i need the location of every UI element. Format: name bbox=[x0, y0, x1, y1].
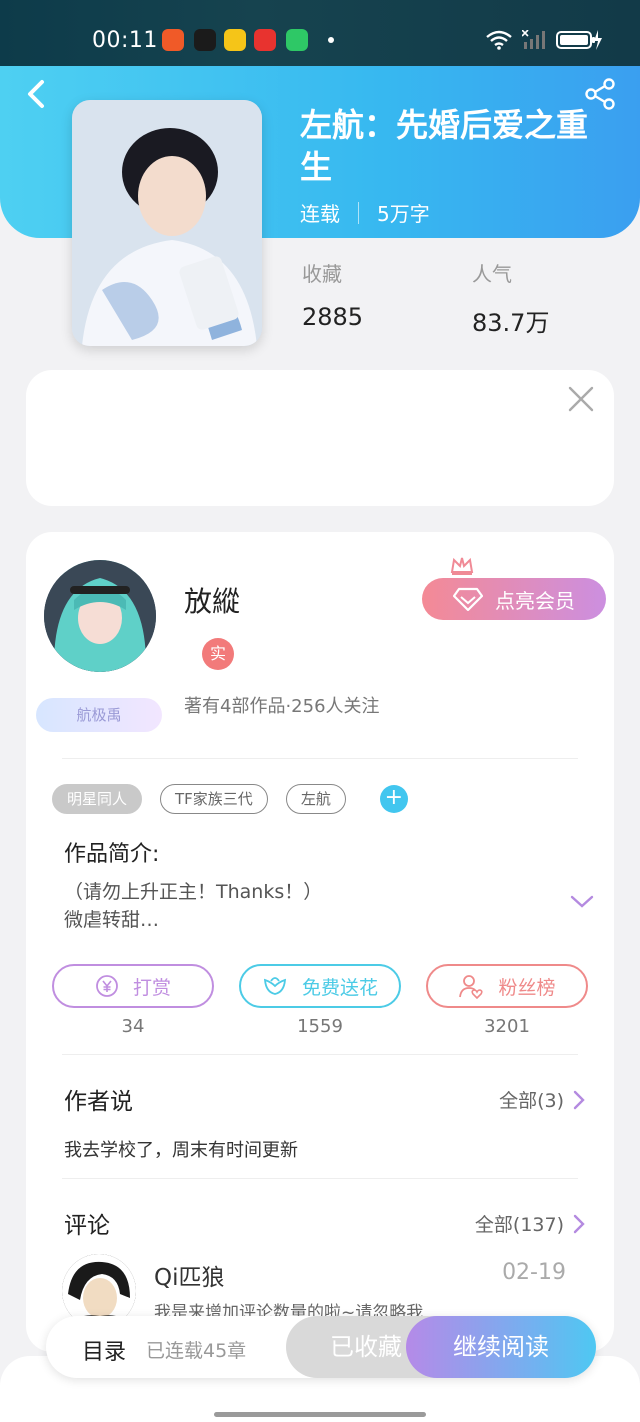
divider bbox=[62, 1054, 578, 1055]
chevron-right-icon bbox=[573, 1214, 585, 1233]
author-avatar[interactable] bbox=[44, 560, 156, 672]
user-heart-icon bbox=[459, 975, 484, 999]
tag-list: 明星同人 TF家族三代 左航 + bbox=[52, 784, 408, 814]
author-says-more[interactable]: 全部(3) bbox=[499, 1086, 586, 1113]
meta-separator bbox=[358, 201, 359, 224]
author-name[interactable]: 放縱 bbox=[184, 580, 240, 620]
app-icon-yellow bbox=[224, 29, 246, 51]
chevron-right-icon bbox=[573, 1090, 585, 1109]
author-stats: 著有4部作品·256人关注 bbox=[184, 696, 380, 717]
book-meta: 连载 5万字 bbox=[300, 198, 430, 227]
stat-label: 收藏 bbox=[302, 262, 342, 286]
home-indicator[interactable] bbox=[214, 1412, 426, 1417]
stat-value: 2885 bbox=[302, 303, 364, 331]
ad-card bbox=[26, 370, 614, 506]
intro-text[interactable]: （请勿上升正主！Thanks！） 微虐转甜… bbox=[64, 878, 504, 934]
fan-ranking-button[interactable]: 粉丝榜 bbox=[426, 964, 588, 1008]
status-bar: 00:11 bbox=[0, 0, 640, 66]
crown-icon bbox=[450, 557, 474, 575]
toc-button[interactable]: 目录 bbox=[82, 1334, 126, 1366]
book-word-count: 5万字 bbox=[377, 202, 430, 226]
vip-label: 点亮会员 bbox=[495, 588, 575, 613]
send-flower-button[interactable]: 免费送花 bbox=[239, 964, 401, 1008]
yen-coin-icon bbox=[96, 975, 118, 997]
tip-button[interactable]: 打赏 bbox=[52, 964, 214, 1008]
fan-badge[interactable]: 航极禹 bbox=[36, 698, 162, 732]
intro-line: （请勿上升正主！Thanks！） bbox=[64, 881, 323, 903]
chapter-count: 已连载45章 bbox=[146, 1340, 247, 1362]
verified-badge: 实 bbox=[202, 638, 234, 670]
continue-reading-button[interactable]: 继续阅读 bbox=[406, 1316, 596, 1378]
book-cover[interactable] bbox=[72, 100, 262, 346]
intro-title: 作品简介: bbox=[64, 842, 160, 867]
cover-illustration bbox=[72, 100, 262, 346]
flower-icon bbox=[263, 977, 286, 995]
tip-label: 打赏 bbox=[132, 976, 171, 999]
app-icon-red bbox=[254, 29, 276, 51]
author-says-title: 作者说 bbox=[64, 1089, 133, 1115]
author-card: 航极禹 放縱 实 著有4部作品·256人关注 点亮会员 明星同人 TF家族三代 … bbox=[26, 532, 614, 1352]
divider bbox=[62, 758, 578, 759]
intro-line: 微虐转甜… bbox=[64, 909, 160, 931]
author-says-more-label: 全部(3) bbox=[499, 1090, 564, 1112]
tag-item[interactable]: 左航 bbox=[285, 784, 346, 814]
stat-popularity: 人气 83.7万 bbox=[472, 258, 549, 338]
stat-value: 83.7万 bbox=[472, 309, 550, 337]
status-right bbox=[486, 28, 602, 52]
book-title: 左航：先婚后爱之重生 bbox=[300, 106, 589, 186]
commenter-name[interactable]: Qi匹狼 bbox=[154, 1258, 225, 1292]
tag-item[interactable]: TF家族三代 bbox=[160, 784, 268, 814]
comment-date: 02-19 bbox=[502, 1260, 566, 1285]
diamond-icon bbox=[453, 587, 483, 611]
stat-favorites: 收藏 2885 bbox=[302, 258, 363, 331]
divider bbox=[62, 1178, 578, 1179]
comments-more[interactable]: 全部(137) bbox=[475, 1210, 586, 1237]
tag-item[interactable]: 明星同人 bbox=[52, 784, 143, 814]
tiktok-icon bbox=[194, 29, 216, 51]
notification-dot bbox=[328, 37, 334, 43]
book-status: 连载 bbox=[300, 202, 340, 226]
vip-button[interactable]: 点亮会员 bbox=[422, 578, 606, 620]
add-tag-button[interactable]: + bbox=[379, 785, 408, 813]
comments-more-label: 全部(137) bbox=[474, 1214, 564, 1236]
comments-title: 评论 bbox=[64, 1213, 110, 1239]
send-flower-label: 免费送花 bbox=[301, 976, 378, 999]
app-icon-orange bbox=[162, 29, 184, 51]
back-icon[interactable] bbox=[20, 76, 56, 112]
stat-label: 人气 bbox=[472, 262, 512, 286]
signal-icon bbox=[522, 30, 545, 49]
fan-ranking-label: 粉丝榜 bbox=[498, 976, 556, 999]
tip-count: 34 bbox=[121, 1016, 145, 1037]
close-icon[interactable] bbox=[566, 384, 596, 414]
fan-ranking-count: 3201 bbox=[484, 1016, 530, 1037]
status-time: 00:11 bbox=[92, 28, 158, 53]
chevron-down-icon[interactable] bbox=[570, 894, 594, 910]
app-icon-green bbox=[286, 29, 308, 51]
avatar-illustration bbox=[44, 560, 156, 672]
author-says-text: 我去学校了，周末有时间更新 bbox=[64, 1140, 298, 1161]
battery-icon bbox=[556, 30, 602, 50]
flower-count: 1559 bbox=[297, 1016, 343, 1037]
wifi-icon bbox=[486, 30, 512, 50]
